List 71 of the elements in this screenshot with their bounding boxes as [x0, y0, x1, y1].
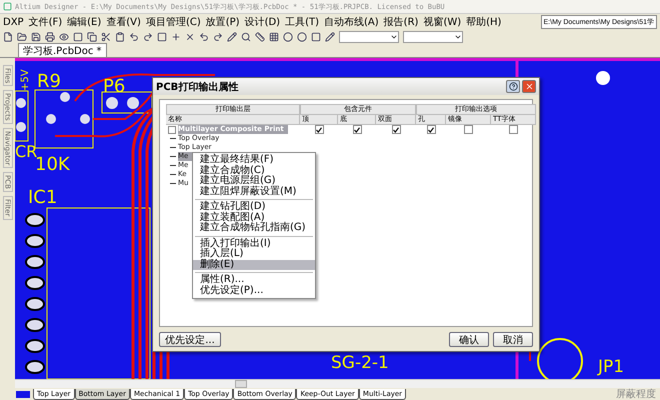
component-label: IC1	[28, 187, 58, 208]
toolbar-icon[interactable]	[185, 32, 195, 42]
toolbar-icon[interactable]	[269, 32, 279, 42]
checkbox[interactable]	[314, 125, 324, 134]
menu-item[interactable]: 报告(R)	[384, 15, 418, 29]
menu-item[interactable]: 帮助(H)	[466, 15, 502, 29]
preferences-button[interactable]: 优先设定...	[159, 332, 221, 347]
layer-color-swatch	[16, 390, 30, 398]
menu-item[interactable]: 建立合成物钻孔指南(G)	[193, 223, 315, 234]
toolbar-icon[interactable]	[87, 32, 97, 42]
menu-item[interactable]: 建立阻焊屏蔽设置(M)	[193, 186, 315, 197]
toolbar-dropdown[interactable]	[403, 30, 463, 42]
component-label: SG-2-1	[331, 353, 389, 373]
toolbar-icon[interactable]	[45, 32, 55, 42]
close-icon	[524, 82, 534, 91]
menu-item[interactable]: 删除(E)	[193, 260, 315, 270]
help-button[interactable]	[506, 80, 520, 93]
component-label: JP1	[598, 357, 624, 377]
component-label: R9	[37, 71, 61, 92]
menu-item[interactable]: DXP	[3, 16, 24, 28]
toolbar-icon[interactable]	[73, 32, 83, 42]
toolbar-icon[interactable]	[129, 32, 139, 42]
document-tab[interactable]: 学习板.PcbDoc *	[18, 43, 107, 57]
toolbar-icon[interactable]	[101, 32, 111, 42]
component-label: +5V	[20, 69, 31, 91]
toolbar-icon[interactable]	[17, 32, 27, 42]
toolbar-icon[interactable]	[241, 32, 251, 42]
toolbar-icon[interactable]	[143, 32, 153, 42]
toolbar-icon[interactable]	[157, 32, 167, 42]
dialog-title: PCB打印输出属性	[156, 80, 238, 94]
ok-button[interactable]: 确认	[449, 332, 489, 347]
checkbox[interactable]	[464, 125, 473, 134]
toolbar-icon[interactable]	[325, 32, 335, 42]
menu-item[interactable]: 建立合成物(C)	[193, 166, 315, 176]
menu-item[interactable]: 自动布线(A)	[324, 15, 379, 29]
toolbar-icon[interactable]	[199, 32, 209, 42]
checkbox[interactable]	[426, 125, 436, 134]
toolbar-icon[interactable]	[59, 32, 69, 42]
menu-item[interactable]: 工具(T)	[285, 15, 320, 29]
menu-item[interactable]: 文件(F)	[28, 15, 62, 29]
menu-item[interactable]: 建立钻孔图(D)	[193, 202, 315, 212]
toolbar-icon[interactable]	[255, 32, 265, 42]
menu-item[interactable]: 项目管理(C)	[146, 15, 201, 29]
checkbox[interactable]	[509, 125, 518, 134]
menu-item[interactable]: 建立电源层组(G)	[193, 176, 315, 186]
toolbar-icon[interactable]	[171, 32, 181, 42]
menu-item[interactable]: 编辑(E)	[67, 15, 102, 29]
component-label: CR	[15, 142, 38, 161]
cancel-button[interactable]: 取消	[493, 332, 533, 347]
component-label: P6	[103, 76, 126, 97]
menu-item[interactable]: 建立最终结果(F)	[193, 155, 315, 166]
toolbar-icon[interactable]	[115, 32, 125, 42]
checkbox[interactable]	[392, 125, 400, 134]
menu-item[interactable]: 建立装配图(A)	[193, 212, 315, 223]
horizontal-scrollbar[interactable]	[15, 379, 660, 388]
menu-item[interactable]: 放置(P)	[206, 15, 240, 29]
toolbar-icon[interactable]	[3, 32, 13, 42]
app-logo-icon	[3, 2, 12, 11]
toolbar-icon[interactable]	[227, 32, 237, 42]
menu-item[interactable]: 视窗(W)	[423, 15, 462, 29]
expander-icon[interactable]	[168, 126, 176, 134]
menu-item[interactable]: 插入层(L)	[193, 249, 315, 260]
menu-item[interactable]: 设计(D)	[244, 15, 280, 29]
checkbox[interactable]	[352, 125, 362, 134]
toolbar-icon[interactable]	[31, 32, 41, 42]
menu-item[interactable]: 优先设定(P)...	[193, 286, 315, 296]
close-button[interactable]	[522, 80, 536, 93]
menu-item[interactable]: 插入打印输出(I)	[193, 238, 315, 249]
menu-item[interactable]: 属性(R)...	[193, 275, 315, 286]
menu-item[interactable]: 查看(V)	[106, 15, 141, 29]
toolbar-icon[interactable]	[213, 32, 223, 42]
